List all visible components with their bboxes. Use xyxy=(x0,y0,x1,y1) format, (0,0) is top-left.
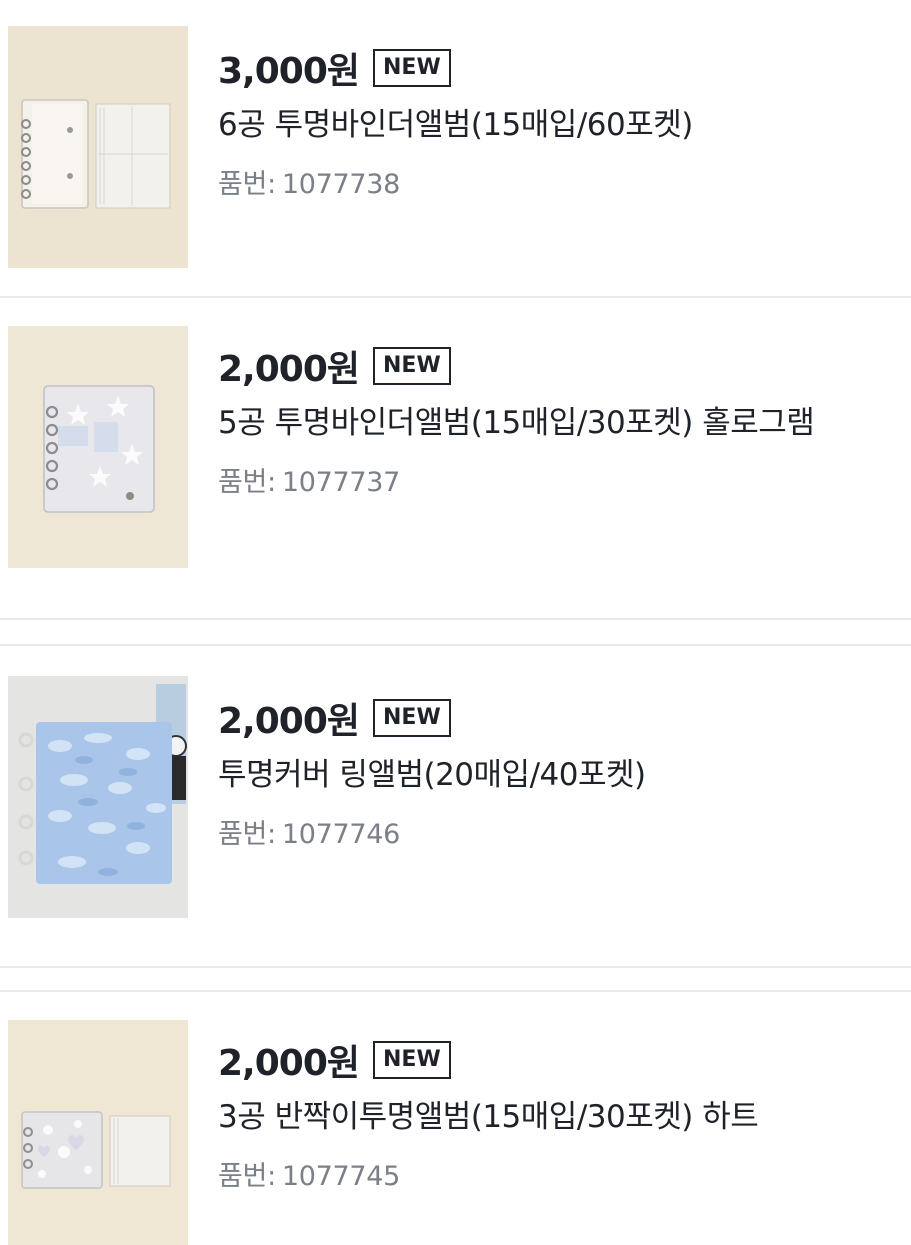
product-code-label: 품번: xyxy=(218,819,276,850)
new-badge: NEW xyxy=(373,699,451,737)
price: 3,000원 xyxy=(218,51,360,92)
product-code-value: 1077745 xyxy=(281,1161,401,1192)
product-item[interactable]: 2,000원 NEW 3공 반짝이투명앨범(15매입/30포켓) 하트 품번: 1… xyxy=(0,990,911,1245)
product-code-value: 1077738 xyxy=(281,169,401,200)
product-name[interactable]: 투명커버 링앨범(20매입/40포켓) xyxy=(218,750,871,800)
divider xyxy=(0,966,911,968)
product-code: 품번: 1077745 xyxy=(218,1154,871,1193)
product-code-label: 품번: xyxy=(218,467,276,498)
product-name[interactable]: 5공 투명바인더앨범(15매입/30포켓) 홀로그램 xyxy=(218,398,868,448)
product-item[interactable]: 3,000원 NEW 6공 투명바인더앨범(15매입/60포켓) 품번: 1077… xyxy=(0,0,911,298)
new-badge: NEW xyxy=(373,49,451,87)
divider xyxy=(0,618,911,620)
product-code-value: 1077746 xyxy=(281,819,401,850)
product-image[interactable] xyxy=(8,326,188,568)
price: 2,000원 xyxy=(218,1043,360,1084)
product-item[interactable]: 2,000원 NEW 5공 투명바인더앨범(15매입/30포켓) 홀로그램 품번… xyxy=(0,320,911,644)
product-image[interactable] xyxy=(8,26,188,268)
product-code: 품번: 1077737 xyxy=(218,460,871,499)
product-name[interactable]: 6공 투명바인더앨범(15매입/60포켓) xyxy=(218,100,871,150)
price: 2,000원 xyxy=(218,701,360,742)
divider xyxy=(0,296,911,298)
product-item[interactable]: 2,000원 NEW 투명커버 링앨범(20매입/40포켓) 품번: 107774… xyxy=(0,644,911,968)
product-name[interactable]: 3공 반짝이투명앨범(15매입/30포켓) 하트 xyxy=(218,1092,871,1142)
new-badge: NEW xyxy=(373,347,451,385)
product-code-value: 1077737 xyxy=(281,467,401,498)
product-code-label: 품번: xyxy=(218,1161,276,1192)
new-badge: NEW xyxy=(373,1041,451,1079)
product-code: 품번: 1077738 xyxy=(218,162,871,201)
product-code: 품번: 1077746 xyxy=(218,812,871,851)
product-code-label: 품번: xyxy=(218,169,276,200)
product-image[interactable] xyxy=(8,676,188,918)
product-image[interactable] xyxy=(8,1020,188,1245)
product-list: 3,000원 NEW 6공 투명바인더앨범(15매입/60포켓) 품번: 1077… xyxy=(0,0,911,1245)
price: 2,000원 xyxy=(218,349,360,390)
